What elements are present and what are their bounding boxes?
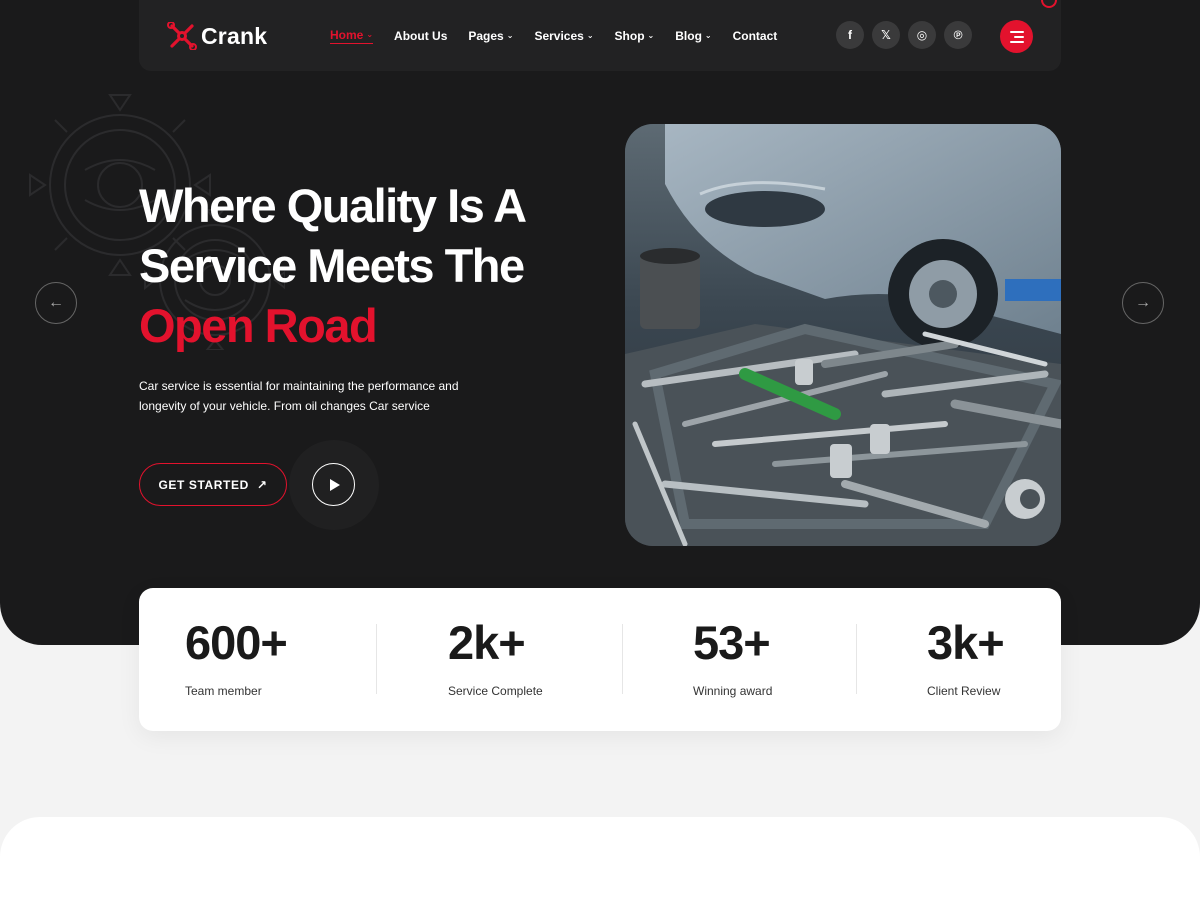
headline-accent: Open Road [139, 299, 378, 352]
nav-item-home[interactable]: Home ⌄ [330, 28, 374, 44]
hamburger-line [1013, 35, 1024, 38]
nav-label: Services [534, 29, 584, 43]
stat-divider [856, 624, 857, 694]
instagram-icon[interactable]: ◎ [908, 21, 936, 49]
stat-label: Winning award [693, 684, 773, 698]
hero-description: Car service is essential for maintaining… [139, 379, 459, 413]
stat-divider [376, 624, 377, 694]
tools-and-car-illustration [625, 124, 1061, 546]
headline-line-2: Service Meets The [139, 239, 525, 292]
get-started-button[interactable]: GET STARTED ↗ [139, 463, 287, 506]
top-navbar: Crank Home ⌄ About Us Pages ⌄ Services ⌄ Sh… [139, 0, 1061, 71]
hamburger-line [1009, 30, 1024, 33]
arrow-up-right-icon: ↗ [256, 477, 268, 492]
slider-next-button[interactable]: → [1122, 282, 1164, 324]
chevron-down-icon: ⌄ [704, 30, 712, 40]
hamburger-line [1009, 40, 1024, 43]
nav-label: Home [330, 28, 364, 42]
brand-name: Crank [201, 22, 268, 49]
stat-winning-award: 53+ Winning award [693, 616, 772, 698]
stats-bar: 600+ Team member 2k+ Service Complete 53… [139, 588, 1061, 731]
pinterest-icon[interactable]: ℗ [944, 21, 972, 49]
menu-toggle-button[interactable] [1000, 20, 1033, 53]
headline-line-1: Where Quality Is A [139, 179, 527, 232]
nav-label: Shop [614, 29, 645, 43]
nav-item-services[interactable]: Services ⌄ [534, 28, 593, 44]
stat-value: 53+ [693, 616, 771, 669]
hero-image-mechanic-tools [625, 124, 1061, 546]
stat-label: Team member [185, 684, 262, 698]
hero-headline: Where Quality Is A Service Meets The Ope… [139, 176, 599, 356]
stat-label: Client Review [927, 684, 1001, 698]
nav-item-contact[interactable]: Contact [733, 28, 778, 44]
wrench-cross-logo-icon [167, 22, 197, 50]
main-menu: Home ⌄ About Us Pages ⌄ Services ⌄ Shop ⌄ Bl… [330, 28, 798, 44]
next-section-card [0, 817, 1200, 900]
stat-label: Service Complete [448, 684, 543, 698]
x-icon[interactable]: 𝕏 [872, 21, 900, 49]
stat-team-member: 600+ Team member [185, 616, 288, 698]
stat-value: 2k+ [448, 616, 526, 669]
nav-label: About Us [394, 29, 448, 43]
chevron-down-icon: ⌄ [366, 29, 374, 39]
nav-label: Pages [468, 29, 504, 43]
chevron-down-icon: ⌄ [647, 30, 655, 40]
arrow-right-icon: → [1135, 294, 1151, 311]
nav-label: Blog [675, 29, 702, 43]
chevron-down-icon: ⌄ [586, 30, 594, 40]
brand-logo[interactable]: Crank [167, 22, 267, 50]
arrow-left-icon: ← [48, 294, 64, 311]
hero-section: ← → Where Quality Is A Service Meets The… [0, 0, 1200, 645]
nav-item-pages[interactable]: Pages ⌄ [468, 28, 513, 44]
nav-item-about-us[interactable]: About Us [394, 28, 447, 44]
nav-item-blog[interactable]: Blog ⌄ [675, 28, 711, 44]
facebook-icon[interactable]: f [836, 21, 864, 49]
chevron-down-icon: ⌄ [506, 30, 514, 40]
play-icon [330, 478, 340, 491]
stat-client-review: 3k+ Client Review [927, 616, 1005, 698]
nav-item-shop[interactable]: Shop ⌄ [615, 28, 655, 44]
nav-label: Contact [732, 29, 778, 43]
stat-divider [622, 624, 623, 694]
slider-prev-button[interactable]: ← [35, 282, 77, 324]
get-started-label: GET STARTED [158, 477, 249, 492]
stat-service-complete: 2k+ Service Complete [448, 616, 543, 698]
play-video-button[interactable] [312, 463, 355, 506]
stat-value: 3k+ [927, 616, 1005, 669]
social-links: f 𝕏 ◎ ℗ [836, 21, 972, 49]
stat-value: 600+ [185, 616, 288, 669]
